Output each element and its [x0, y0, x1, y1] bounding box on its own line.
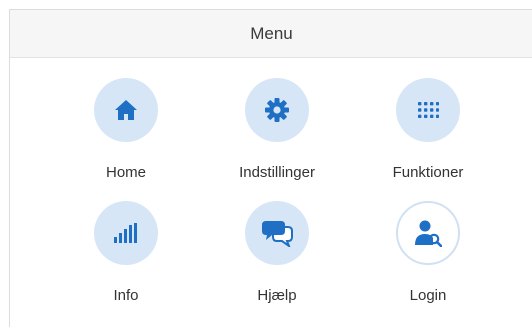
gear-icon-circle: [245, 78, 309, 142]
menu-item-label: Info: [113, 287, 139, 304]
menu-item-login[interactable]: Login: [363, 201, 493, 311]
menu-item-label: Hjælp: [257, 287, 297, 304]
grid-icon: [418, 102, 439, 118]
user-key-icon: [415, 220, 442, 247]
menu-item-hjaelp[interactable]: Hjælp: [212, 201, 342, 311]
chat-bubbles-icon-circle: [245, 201, 309, 265]
menu-item-label: Funktioner: [392, 164, 464, 181]
menu-item-info[interactable]: Info: [61, 201, 191, 311]
bar-chart-icon: [114, 223, 137, 243]
bar-chart-icon-circle: [94, 201, 158, 265]
grid-icon-circle: [396, 78, 460, 142]
menu-item-label: Indstillinger: [239, 164, 315, 181]
menu-title: Menu: [250, 23, 293, 43]
gear-icon: [265, 98, 289, 122]
home-icon: [115, 100, 137, 120]
menu-item-funktioner[interactable]: Funktioner: [363, 78, 493, 188]
user-key-icon-circle: [396, 201, 460, 265]
menu-item-label: Login: [409, 287, 447, 304]
menu-item-label: Home: [105, 164, 146, 181]
home-icon-circle: [94, 78, 158, 142]
menu-item-home[interactable]: Home: [61, 78, 191, 188]
menu-header: Menu: [10, 10, 532, 58]
chat-bubbles-icon: [262, 221, 293, 247]
menu-item-indstillinger[interactable]: Indstillinger: [212, 78, 342, 188]
menu-panel: Menu Home Indstillinger Funktioner Info …: [9, 9, 532, 327]
